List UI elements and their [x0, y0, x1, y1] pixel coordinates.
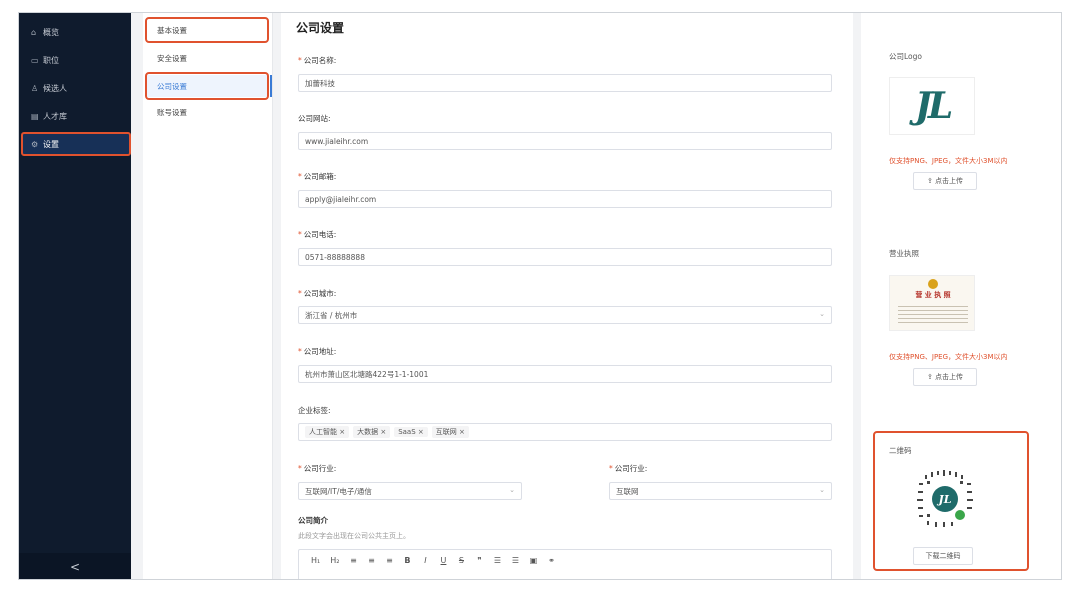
align-left-icon[interactable]: ≡ — [349, 556, 357, 565]
company-address-label: * 公司地址: — [298, 347, 337, 356]
tag-chip[interactable]: 大数据 × — [353, 426, 391, 438]
company-phone-input[interactable]: 0571-88888888 — [298, 248, 832, 266]
license-lines — [898, 303, 968, 323]
subindustry-value: 互联网 — [616, 486, 639, 496]
tag-chip[interactable]: 人工智能 × — [305, 426, 350, 438]
svg-text:JL: JL — [937, 493, 952, 506]
upload-license-button[interactable]: ⇪ 点击上传 — [913, 368, 977, 386]
heading1-icon[interactable]: H₁ — [311, 556, 320, 565]
page-title: 公司设置 — [296, 21, 345, 35]
submenu-item-basic[interactable]: 基本设置 — [147, 19, 269, 41]
briefcase-icon: ▭ — [31, 55, 39, 65]
logo-format-warning: 仅支持PNG、JPEG，文件大小3M以内 — [889, 157, 1008, 165]
company-site-input[interactable]: www.jialeihr.com — [298, 132, 832, 150]
company-industry-label: * 公司行业: — [298, 464, 337, 473]
quote-icon[interactable]: ❞ — [475, 556, 483, 565]
sidebar-item-label: 候选人 — [43, 83, 67, 93]
industry-value: 互联网/IT/电子/通信 — [305, 486, 372, 496]
sidebar-item-jobs[interactable]: ▭ 职位 — [21, 49, 129, 71]
company-intro-label: 公司简介 — [298, 516, 328, 525]
sidebar-item-label: 设置 — [43, 139, 59, 149]
company-name-input[interactable]: 加蕾科技 — [298, 74, 832, 92]
underline-icon[interactable]: U — [439, 556, 447, 565]
company-subindustry-label: * 公司行业: — [609, 464, 648, 473]
link-icon[interactable]: ⚭ — [547, 556, 555, 565]
submenu-item-security[interactable]: 安全设置 — [147, 47, 269, 69]
bullet-list-icon[interactable]: ☰ — [511, 556, 519, 565]
editor-toolbar: H₁ H₂ ≡ ≡ ≡ B I U S ❞ ☰ ☰ ▣ ⚭ — [311, 556, 555, 565]
media-panel: 公司Logo JL 仅支持PNG、JPEG，文件大小3M以内 ⇪ 点击上传 营业… — [861, 13, 1061, 579]
download-qr-button[interactable]: 下载二维码 — [913, 547, 973, 565]
ordered-list-icon[interactable]: ☰ — [493, 556, 501, 565]
upload-logo-button[interactable]: ⇪ 点击上传 — [913, 172, 977, 190]
company-tags-input[interactable]: 人工智能 × 大数据 × SaaS × 互联网 × — [298, 423, 832, 441]
company-city-label: * 公司城市: — [298, 289, 337, 298]
company-intro-note: 此段文字会出现在公司公共主页上。 — [298, 532, 410, 540]
tag-chip[interactable]: 互联网 × — [431, 426, 469, 438]
submenu-item-company[interactable]: 公司设置 — [147, 75, 269, 97]
database-icon: ▤ — [31, 111, 39, 121]
sidebar-item-settings[interactable]: ⚙ 设置 — [21, 133, 129, 155]
license-emblem — [928, 279, 938, 289]
sidebar-item-overview[interactable]: ⌂ 概览 — [21, 21, 129, 43]
app-window: ⌂ 概览 ▭ 职位 ♙ 候选人 ▤ 人才库 ⚙ 设置 < 基本设置 安全设置 公… — [18, 12, 1062, 580]
strikethrough-icon[interactable]: S — [457, 556, 465, 565]
sidebar-item-label: 职位 — [43, 55, 59, 65]
company-site-label: 公司网站: — [298, 114, 331, 123]
city-value: 浙江省 / 杭州市 — [305, 310, 358, 320]
license-format-warning: 仅支持PNG、JPEG，文件大小3M以内 — [889, 353, 1008, 361]
qr-code-label: 二维码 — [889, 446, 912, 455]
gear-icon: ⚙ — [31, 139, 39, 149]
qr-code-image: JL — [917, 470, 973, 527]
company-phone-label: * 公司电话: — [298, 230, 337, 239]
company-name-label: * 公司名称: — [298, 56, 337, 65]
active-indicator — [270, 75, 272, 97]
company-city-select[interactable]: 浙江省 / 杭州市 ⌄ — [298, 306, 832, 324]
chevron-down-icon: ⌄ — [819, 486, 825, 494]
sidebar: ⌂ 概览 ▭ 职位 ♙ 候选人 ▤ 人才库 ⚙ 设置 < — [19, 13, 131, 579]
align-center-icon[interactable]: ≡ — [367, 556, 375, 565]
collapse-sidebar-button[interactable]: < — [19, 553, 131, 579]
company-address-input[interactable]: 杭州市萧山区北塘路422号1-1-1001 — [298, 365, 832, 383]
company-email-label: * 公司邮箱: — [298, 172, 337, 181]
home-icon: ⌂ — [31, 27, 37, 37]
bold-icon[interactable]: B — [403, 556, 411, 565]
chevron-down-icon: ⌄ — [509, 486, 515, 494]
submenu-item-account[interactable]: 账号设置 — [147, 101, 269, 123]
logo-mark: JL — [914, 85, 953, 127]
main-content: 公司设置 * 公司名称: 加蕾科技 公司网站: www.jialeihr.com … — [281, 13, 853, 579]
image-icon[interactable]: ▣ — [529, 556, 538, 565]
sidebar-item-label: 人才库 — [43, 111, 67, 121]
italic-icon[interactable]: I — [421, 556, 429, 565]
settings-submenu: 基本设置 安全设置 公司设置 账号设置 — [143, 13, 273, 579]
company-tags-label: 企业标签: — [298, 406, 331, 415]
sidebar-item-talent-pool[interactable]: ▤ 人才库 — [21, 105, 129, 127]
user-icon: ♙ — [31, 83, 39, 93]
sidebar-item-candidates[interactable]: ♙ 候选人 — [21, 77, 129, 99]
logo-label: 公司Logo — [889, 52, 922, 61]
license-title: 营 业 执 照 — [915, 291, 951, 299]
company-subindustry-select[interactable]: 互联网 ⌄ — [609, 482, 832, 500]
align-right-icon[interactable]: ≡ — [385, 556, 393, 565]
tag-chip[interactable]: SaaS × — [394, 427, 428, 437]
heading2-icon[interactable]: H₂ — [330, 556, 339, 565]
business-license-image: 营 业 执 照 — [889, 275, 975, 331]
company-email-input[interactable]: apply@jialeihr.com — [298, 190, 832, 208]
intro-rich-text-editor[interactable]: H₁ H₂ ≡ ≡ ≡ B I U S ❞ ☰ ☰ ▣ ⚭ — [298, 549, 832, 579]
company-logo-image: JL — [889, 77, 975, 135]
chevron-down-icon: ⌄ — [819, 310, 825, 318]
company-industry-select[interactable]: 互联网/IT/电子/通信 ⌄ — [298, 482, 522, 500]
sidebar-item-label: 概览 — [43, 27, 59, 37]
license-label: 营业执照 — [889, 249, 919, 258]
